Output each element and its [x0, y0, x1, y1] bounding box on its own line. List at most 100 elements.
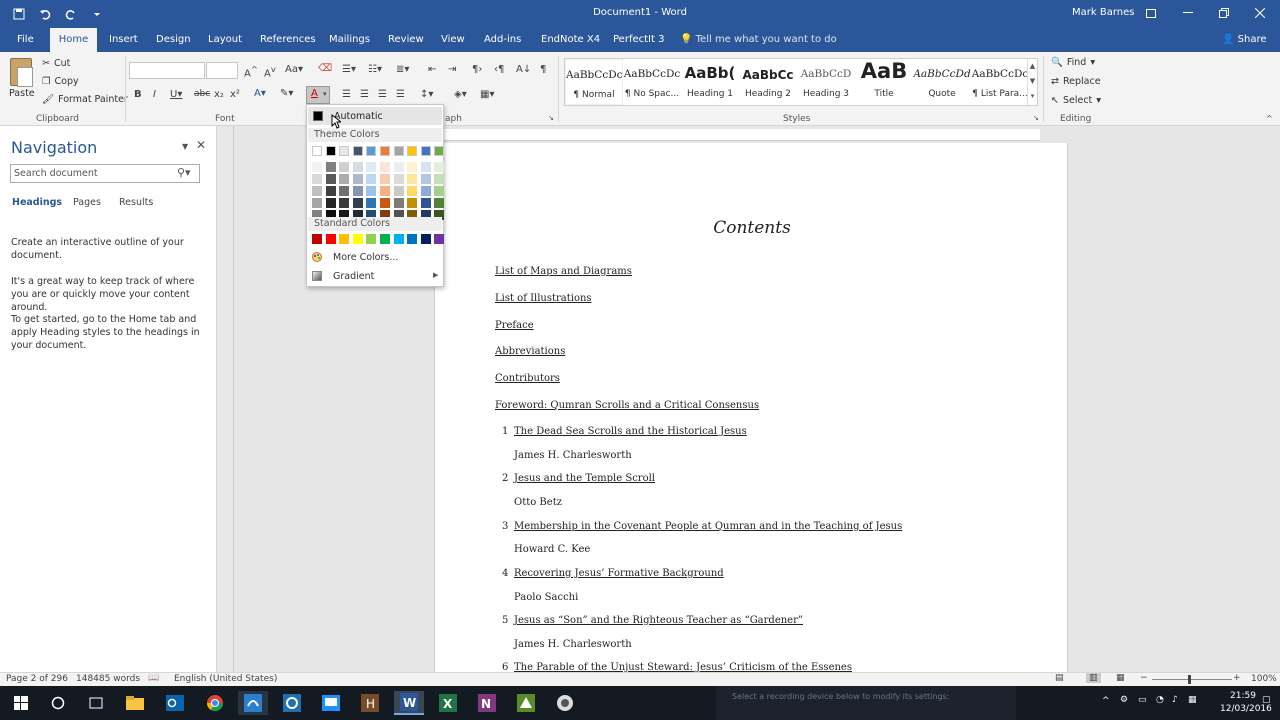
- theme-shade-swatch[interactable]: [393, 186, 404, 196]
- user-name[interactable]: Mark Barnes: [1072, 7, 1134, 18]
- minimize-icon[interactable]: [1170, 2, 1206, 24]
- theme-shade-swatch[interactable]: [420, 162, 431, 172]
- toc-entry[interactable]: List of Illustrations: [495, 293, 592, 304]
- theme-shade-swatch[interactable]: [380, 174, 390, 184]
- standard-color-swatch[interactable]: [366, 234, 377, 244]
- borders-icon[interactable]: ▦▾: [480, 89, 494, 100]
- standard-color-swatch[interactable]: [420, 234, 431, 244]
- underline-icon[interactable]: U▾: [170, 89, 182, 100]
- tab-pages[interactable]: Pages: [73, 197, 101, 208]
- excel-icon[interactable]: X: [433, 691, 463, 715]
- tab-view[interactable]: View: [441, 28, 465, 52]
- standard-color-swatch[interactable]: [339, 234, 350, 244]
- tab-perfectit[interactable]: PerfectIt 3: [613, 28, 664, 52]
- align-center-icon[interactable]: ☰: [360, 89, 369, 100]
- style-no-spacing[interactable]: AaBbCcDc ¶ No Spac...: [623, 59, 681, 105]
- theme-shade-swatch[interactable]: [352, 162, 363, 172]
- app-icon-3[interactable]: [316, 691, 346, 715]
- justify-icon[interactable]: ☰: [396, 89, 405, 100]
- tab-insert[interactable]: Insert: [109, 28, 138, 52]
- toc-entry[interactable]: Jesus and the Temple Scroll: [514, 473, 655, 484]
- theme-color-swatch[interactable]: [434, 146, 445, 156]
- tell-me-box[interactable]: 💡 Tell me what you want to do: [680, 34, 837, 45]
- standard-color-swatch[interactable]: [407, 234, 418, 244]
- chrome-icon[interactable]: [200, 691, 230, 715]
- theme-shade-swatch[interactable]: [339, 186, 350, 196]
- sort-icon[interactable]: A↓: [516, 64, 531, 75]
- superscript-icon[interactable]: x²: [230, 89, 240, 100]
- zoom-out-icon[interactable]: −: [1140, 673, 1148, 683]
- theme-shade-swatch[interactable]: [352, 198, 363, 208]
- theme-shade-swatch[interactable]: [339, 162, 350, 172]
- theme-shade-swatch[interactable]: [312, 174, 322, 184]
- tab-add-ins[interactable]: Add-ins: [484, 28, 521, 52]
- theme-color-swatch[interactable]: [352, 146, 363, 156]
- shading-icon[interactable]: ◈▾: [454, 89, 467, 100]
- align-left-icon[interactable]: ☰: [342, 89, 351, 100]
- theme-shade-swatch[interactable]: [325, 198, 336, 208]
- zoom-level[interactable]: 100%: [1251, 674, 1277, 684]
- change-case-icon[interactable]: Aa▾: [285, 64, 303, 75]
- theme-shade-swatch[interactable]: [312, 198, 322, 208]
- toc-entry[interactable]: Recovering Jesus’ Formative Background: [514, 568, 724, 579]
- cut-button[interactable]: ✂ Cut: [42, 58, 70, 69]
- replace-button[interactable]: ⇄ Replace: [1051, 76, 1101, 87]
- restore-icon[interactable]: [1206, 2, 1242, 24]
- app-icon-6[interactable]: [550, 691, 580, 715]
- app-icon-5[interactable]: [511, 691, 541, 715]
- tab-headings[interactable]: Headings: [12, 197, 62, 208]
- numbering-icon[interactable]: ☷▾: [368, 64, 382, 75]
- chevron-down-icon[interactable]: ▼: [182, 142, 188, 151]
- notifications-icon[interactable]: ▢: [1262, 695, 1271, 705]
- theme-shade-swatch[interactable]: [339, 174, 350, 184]
- theme-shade-swatch[interactable]: [420, 186, 431, 196]
- standard-color-swatch[interactable]: [325, 234, 336, 244]
- paste-icon[interactable]: [10, 58, 33, 87]
- format-painter-button[interactable]: 🖌 Format Painter: [42, 94, 128, 105]
- file-explorer-icon[interactable]: [120, 691, 150, 715]
- theme-shade-swatch[interactable]: [366, 186, 377, 196]
- toc-entry[interactable]: Abbreviations: [495, 346, 565, 357]
- zoom-slider[interactable]: [1152, 679, 1232, 680]
- zoom-slider-thumb[interactable]: [1188, 675, 1191, 684]
- automatic-color-item[interactable]: Automatic: [308, 107, 442, 125]
- align-right-icon[interactable]: ☰: [378, 89, 387, 100]
- font-name-box[interactable]: [129, 62, 205, 79]
- print-layout-icon[interactable]: ▥: [1086, 673, 1101, 683]
- windows-start-icon[interactable]: [6, 691, 36, 715]
- toc-entry[interactable]: Jesus as “Son” and the Righteous Teacher…: [514, 615, 803, 626]
- theme-shade-swatch[interactable]: [407, 174, 418, 184]
- style-list-paragraph[interactable]: AaBbCcDc ¶ List Para...: [971, 59, 1029, 105]
- close-icon[interactable]: ✕: [196, 138, 206, 152]
- paste-button[interactable]: Paste: [9, 88, 35, 99]
- onenote-icon[interactable]: N: [472, 691, 502, 715]
- style-normal[interactable]: AaBbCcDc ¶ Normal: [565, 59, 623, 105]
- task-view-icon[interactable]: [81, 691, 111, 715]
- theme-shade-swatch[interactable]: [407, 162, 418, 172]
- more-colors-item[interactable]: More Colors...: [333, 252, 398, 263]
- theme-shade-swatch[interactable]: [420, 174, 431, 184]
- decrease-indent-icon[interactable]: ⇤: [428, 64, 436, 75]
- toc-entry[interactable]: The Dead Sea Scrolls and the Historical …: [514, 426, 747, 437]
- style-heading-3[interactable]: AaBbCcD Heading 3: [797, 59, 855, 105]
- cortana-icon[interactable]: [43, 691, 73, 715]
- keyboard-icon[interactable]: ▦: [1188, 695, 1197, 705]
- theme-shade-swatch[interactable]: [380, 162, 390, 172]
- word-taskbar-icon[interactable]: W: [394, 691, 424, 715]
- standard-color-swatch[interactable]: [352, 234, 363, 244]
- theme-shade-swatch[interactable]: [352, 186, 363, 196]
- toc-entry[interactable]: Membership in the Covenant People at Qum…: [514, 521, 902, 532]
- theme-shade-swatch[interactable]: [393, 174, 404, 184]
- app-icon-4[interactable]: H: [355, 691, 385, 715]
- select-button[interactable]: ↖ Select ▾: [1051, 95, 1101, 106]
- toc-entry[interactable]: List of Maps and Diagrams: [495, 266, 632, 277]
- theme-shade-swatch[interactable]: [393, 162, 404, 172]
- gallery-scroll[interactable]: ▲ ▼ ▾: [1027, 59, 1037, 105]
- tab-design[interactable]: Design: [156, 28, 191, 52]
- show-marks-icon[interactable]: ¶: [540, 64, 546, 75]
- standard-color-swatch[interactable]: [434, 234, 445, 244]
- page-count[interactable]: Page 2 of 296: [6, 674, 68, 684]
- tab-results[interactable]: Results: [119, 197, 153, 208]
- theme-color-swatch[interactable]: [380, 146, 390, 156]
- style-heading-2[interactable]: AaBbCc Heading 2: [739, 59, 797, 105]
